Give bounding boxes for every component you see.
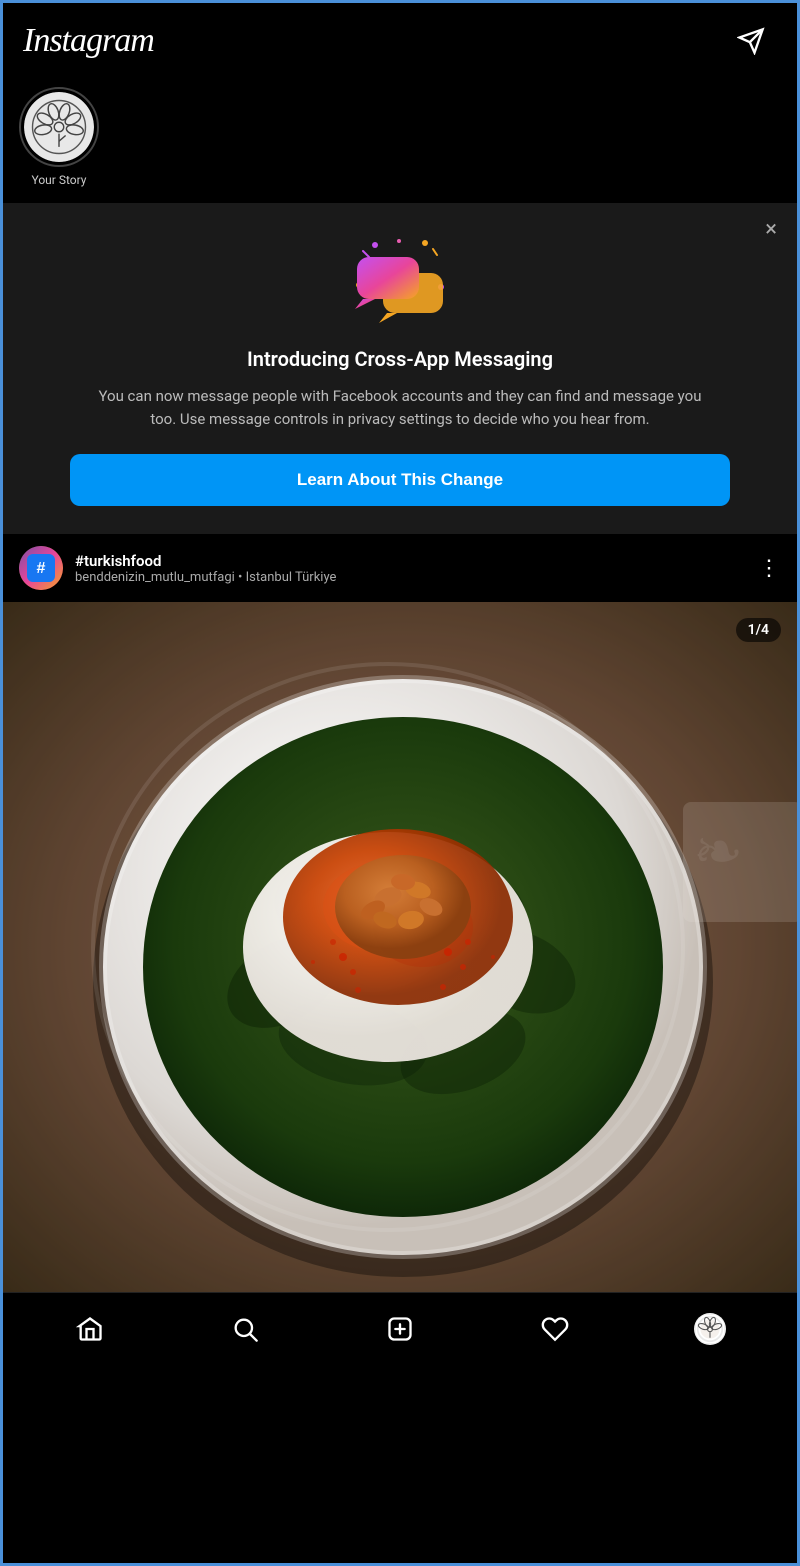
banner-icon [345,235,455,329]
story-avatar-inner [24,92,94,162]
nav-profile-avatar [694,1313,726,1345]
nav-profile-button[interactable] [684,1309,736,1349]
post-image: ❧ 1/4 [3,602,797,1292]
post-menu-button[interactable]: ⋮ [758,556,781,581]
story-item-your-story[interactable]: Your Story [19,87,99,187]
nav-search-button[interactable] [219,1309,271,1349]
banner-title: Introducing Cross-App Messaging [247,347,553,371]
profile-avatar-image [696,1315,724,1343]
food-photo: ❧ [3,602,797,1292]
svg-text:#: # [37,560,46,577]
post-info: #turkishfood benddenizin_mutlu_mutfagi •… [75,552,746,585]
app-logo: Instagram [23,22,154,60]
search-icon [231,1315,259,1343]
learn-about-change-button[interactable]: Learn About This Change [70,454,730,506]
nav-home-button[interactable] [64,1309,116,1349]
stories-bar: Your Story [3,75,797,203]
story-label: Your Story [32,173,87,187]
your-story-avatar-image [24,92,94,162]
svg-text:❧: ❧ [693,816,743,887]
post-avatar-bg: # [19,546,63,590]
story-avatar-ring [19,87,99,167]
post-avatar: # [19,546,63,590]
post-subtitle: benddenizin_mutlu_mutfagi • Istanbul Tür… [75,570,746,585]
app-header: Instagram [3,3,797,75]
send-icon [737,27,765,55]
add-icon [386,1315,414,1343]
heart-icon [541,1315,569,1343]
nav-activity-button[interactable] [529,1309,581,1349]
cross-app-messaging-banner: × [3,203,797,534]
send-button[interactable] [725,21,777,61]
banner-body: You can now message people with Facebook… [90,385,710,430]
home-icon [76,1315,104,1343]
image-counter: 1/4 [736,618,781,642]
post-username: #turkishfood [75,552,746,570]
banner-close-button[interactable]: × [765,219,777,241]
bottom-nav [3,1292,797,1369]
post-avatar-image: # [19,546,63,590]
post-header: # #turkishfood benddenizin_mutlu_mutfagi… [3,534,797,602]
cross-app-icon [345,235,455,325]
nav-add-button[interactable] [374,1309,426,1349]
